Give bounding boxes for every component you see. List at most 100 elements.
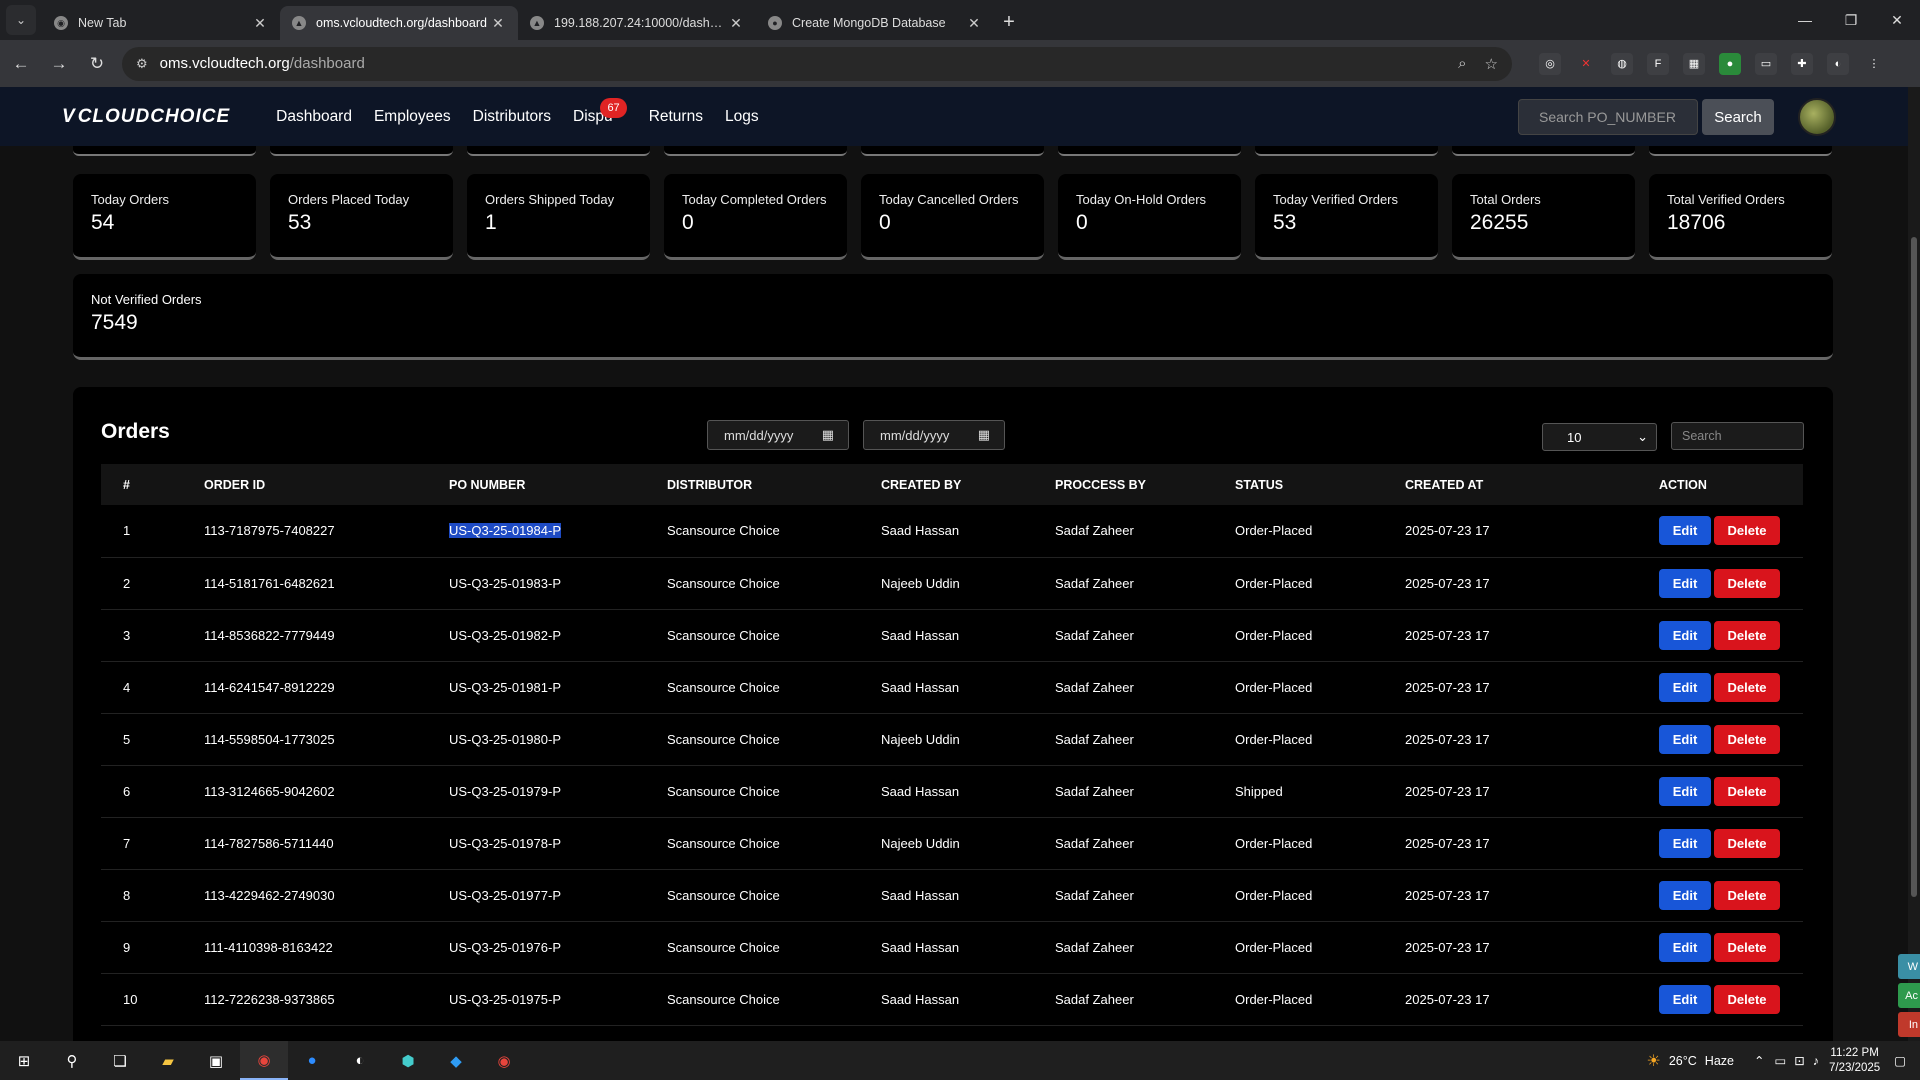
chrome-profile-icon[interactable]: ◉ <box>480 1041 528 1080</box>
vscode-icon[interactable]: ◆ <box>432 1041 480 1080</box>
nav-link-distributors[interactable]: Distributors <box>473 108 551 126</box>
network-icon[interactable]: ⊡ <box>1794 1053 1804 1068</box>
process-by-text: Sadaf Zaheer <box>1055 939 1134 955</box>
nav-link-dashboard[interactable]: Dashboard <box>276 108 352 126</box>
nav-link-disputes[interactable]: Dispu 67 <box>573 97 627 126</box>
menu-dots-icon[interactable]: ⋮ <box>1863 53 1885 75</box>
delete-button[interactable]: Delete <box>1714 776 1780 806</box>
edit-button[interactable]: Edit <box>1659 568 1711 598</box>
nav-link-employees[interactable]: Employees <box>374 108 451 126</box>
battery-icon[interactable]: ▭ <box>1774 1053 1786 1068</box>
extension-globe-icon[interactable]: ◍ <box>1611 52 1633 75</box>
delete-button[interactable]: Delete <box>1714 932 1780 962</box>
po-number-search-input[interactable] <box>1518 99 1698 135</box>
po-search-button[interactable]: Search <box>1702 99 1774 135</box>
task-view-icon[interactable]: ❏ <box>96 1041 144 1080</box>
weather-temp[interactable]: 26°C <box>1669 1054 1697 1068</box>
edit-button[interactable]: Edit <box>1659 724 1711 754</box>
nav-link-logs[interactable]: Logs <box>725 108 759 126</box>
app-hex-icon[interactable]: ⬢ <box>384 1041 432 1080</box>
clock[interactable]: 11:22 PM 7/23/2025 <box>1829 1046 1880 1076</box>
compass-app-icon[interactable]: ◐ <box>336 1041 384 1080</box>
delete-button[interactable]: Delete <box>1714 516 1780 546</box>
side-badge[interactable]: Ac <box>1898 983 1920 1008</box>
back-arrow-icon[interactable]: ← <box>4 47 38 81</box>
status-text: Order-Placed <box>1235 991 1313 1007</box>
notification-icon[interactable]: ▢ <box>1894 1053 1906 1068</box>
edit-button[interactable]: Edit <box>1659 828 1711 858</box>
minimize-icon[interactable]: — <box>1782 0 1828 40</box>
forward-arrow-icon[interactable]: → <box>42 47 76 81</box>
chevron-up-icon[interactable]: ⌃ <box>1754 1053 1764 1068</box>
page-scrollbar[interactable] <box>1908 87 1920 1041</box>
bookmark-star-icon[interactable]: ☆ <box>1485 55 1498 73</box>
delete-button[interactable]: Delete <box>1714 620 1780 650</box>
extension-blank-icon[interactable]: ▭ <box>1755 52 1777 75</box>
created-at: 2025-07-23 17 <box>1405 817 1659 869</box>
scrollbar-thumb[interactable] <box>1911 237 1917 897</box>
delete-button[interactable]: Delete <box>1714 880 1780 910</box>
windows-start-icon[interactable]: ⊞ <box>0 1041 48 1080</box>
column-header: ACTION <box>1659 477 1707 492</box>
close-tab-icon[interactable]: ✕ <box>728 15 744 32</box>
tab-dashboard[interactable]: ▲ oms.vcloudtech.org/dashboard ✕ <box>280 6 518 40</box>
close-tab-icon[interactable]: ✕ <box>966 15 982 32</box>
extensions-puzzle-icon[interactable]: ✚ <box>1791 52 1813 75</box>
extension-image-icon[interactable]: ▦ <box>1683 52 1705 75</box>
calendar-icon[interactable]: ▦ <box>978 427 990 443</box>
orders-panel: Orders mm/dd/yyyy ▦ mm/dd/yyyy ▦ 10 ⌄ # ORD… <box>73 387 1833 1041</box>
weather-icon[interactable]: ☀ <box>1647 1051 1661 1071</box>
side-badge[interactable]: In <box>1898 1012 1920 1037</box>
tab-mongodb[interactable]: ● Create MongoDB Database ✕ <box>756 6 994 40</box>
tab-new-tab[interactable]: ◉ New Tab ✕ <box>42 6 280 40</box>
delete-button[interactable]: Delete <box>1714 672 1780 702</box>
delete-button[interactable]: Delete <box>1714 984 1780 1014</box>
chrome-icon[interactable]: ◉ <box>240 1041 288 1080</box>
nav-link-returns[interactable]: Returns <box>649 108 703 126</box>
store-icon[interactable]: ▣ <box>192 1041 240 1080</box>
extension-glasses-icon[interactable]: ◎ <box>1539 52 1561 75</box>
close-tab-icon[interactable]: ✕ <box>252 15 268 32</box>
weather-text[interactable]: Haze <box>1705 1054 1734 1068</box>
new-tab-plus-icon[interactable]: + <box>994 7 1024 37</box>
file-explorer-icon[interactable]: ▰ <box>144 1041 192 1080</box>
window-close-icon[interactable]: ✕ <box>1874 0 1920 40</box>
extension-green-icon[interactable]: ● <box>1719 52 1741 75</box>
tab-search-icon[interactable]: ⌄ <box>6 5 36 35</box>
close-tab-icon[interactable]: ✕ <box>490 15 506 32</box>
zoom-app-icon[interactable]: ● <box>288 1041 336 1080</box>
status-text: Order-Placed <box>1235 575 1313 591</box>
edit-button[interactable]: Edit <box>1659 620 1711 650</box>
edit-button[interactable]: Edit <box>1659 880 1711 910</box>
edit-button[interactable]: Edit <box>1659 776 1711 806</box>
stat-label: Today Orders <box>91 192 170 207</box>
tab-ip-dashboard[interactable]: ▲ 199.188.207.24:10000/dashboard ✕ <box>518 6 756 40</box>
extension-x-icon[interactable]: ✕ <box>1575 53 1597 75</box>
delete-button[interactable]: Delete <box>1714 828 1780 858</box>
page-size-select[interactable]: 10 ⌄ <box>1542 423 1657 451</box>
delete-button[interactable]: Delete <box>1714 568 1780 598</box>
volume-icon[interactable]: ♪ <box>1813 1054 1819 1068</box>
edit-button[interactable]: Edit <box>1659 984 1711 1014</box>
process-by-text: Sadaf Zaheer <box>1055 679 1134 695</box>
extension-fd-icon[interactable]: F <box>1647 52 1669 75</box>
user-avatar[interactable] <box>1798 98 1836 136</box>
table-search-input[interactable] <box>1671 422 1804 450</box>
calendar-icon[interactable]: ▦ <box>822 427 834 443</box>
date-from-input[interactable]: mm/dd/yyyy ▦ <box>707 420 849 450</box>
date-to-input[interactable]: mm/dd/yyyy ▦ <box>863 420 1005 450</box>
site-info-icon[interactable]: ⚙ <box>136 56 148 72</box>
address-bar[interactable]: ⚙ oms.vcloudtech.org/dashboard ⌕ ☆ <box>122 46 1512 81</box>
edit-button[interactable]: Edit <box>1659 932 1711 962</box>
brand-logo[interactable]: V CLOUDCHOICE <box>62 106 230 128</box>
restore-icon[interactable]: ❐ <box>1828 0 1874 40</box>
reload-icon[interactable]: ↻ <box>80 47 114 81</box>
zoom-icon[interactable]: ⌕ <box>1458 55 1466 72</box>
edit-button[interactable]: Edit <box>1659 672 1711 702</box>
edit-button[interactable]: Edit <box>1659 516 1711 546</box>
process-by: Sadaf Zaheer <box>1055 869 1235 921</box>
delete-button[interactable]: Delete <box>1714 724 1780 754</box>
profile-icon[interactable]: ◐ <box>1827 52 1849 75</box>
search-icon[interactable]: ⚲ <box>48 1041 96 1080</box>
side-badge[interactable]: W <box>1898 954 1920 979</box>
